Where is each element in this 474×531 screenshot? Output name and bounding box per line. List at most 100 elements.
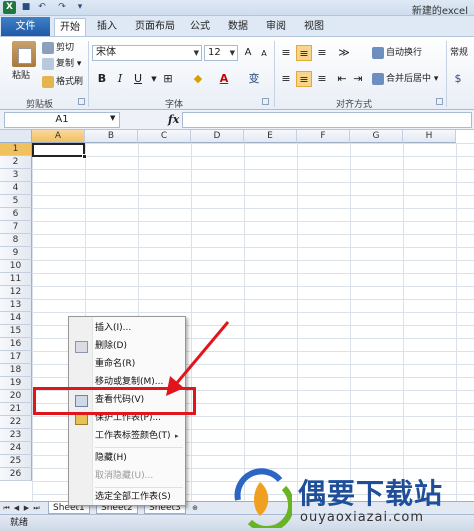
number-format-combo[interactable]: 常规 <box>450 46 468 60</box>
orientation-icon[interactable]: ≫ <box>336 45 352 61</box>
row-header[interactable]: 26 <box>0 468 32 481</box>
row-header[interactable]: 18 <box>0 364 32 377</box>
align-bottom-icon[interactable]: ≡ <box>314 45 330 61</box>
tab-view[interactable]: 视图 <box>300 18 328 36</box>
currency-icon[interactable]: $ <box>450 71 466 87</box>
alignment-launcher-icon[interactable] <box>436 98 443 105</box>
increase-indent-icon[interactable]: ⇥ <box>350 71 366 87</box>
row-header[interactable]: 20 <box>0 390 32 403</box>
tab-home[interactable]: 开始 <box>54 18 86 36</box>
row-header[interactable]: 6 <box>0 208 32 221</box>
row-header[interactable]: 16 <box>0 338 32 351</box>
align-right-icon[interactable]: ≡ <box>314 71 330 87</box>
fill-handle[interactable] <box>82 154 87 159</box>
row-header[interactable]: 1 <box>0 143 32 156</box>
font-name-combo[interactable]: 宋体 ▼ <box>92 45 202 61</box>
copy-button[interactable]: 复制 ▾ <box>42 57 81 71</box>
save-icon[interactable]: ■ <box>20 2 32 13</box>
italic-button[interactable]: I <box>112 71 128 87</box>
font-color-button[interactable]: A <box>216 71 232 87</box>
pinyin-button[interactable]: 变 <box>246 71 262 87</box>
wrap-text-icon <box>372 46 384 59</box>
group-divider <box>88 41 89 107</box>
borders-icon[interactable]: ⊞ <box>160 71 176 87</box>
next-sheet-icon[interactable]: ▶ <box>22 503 31 513</box>
cut-button[interactable]: 剪切 <box>42 41 74 55</box>
menu-item-delete[interactable]: 删除(D) <box>95 338 127 354</box>
row-header[interactable]: 19 <box>0 377 32 390</box>
tab-file[interactable]: 文件 <box>1 17 50 36</box>
column-header[interactable]: D <box>191 130 244 143</box>
row-header[interactable]: 10 <box>0 260 32 273</box>
align-left-icon[interactable]: ≡ <box>278 71 294 87</box>
row-header[interactable]: 2 <box>0 156 32 169</box>
alignment-group-label: 对齐方式 <box>336 100 373 110</box>
row-header[interactable]: 5 <box>0 195 32 208</box>
grow-font-button[interactable]: A <box>240 45 256 61</box>
customize-qat-icon[interactable]: ▾ <box>74 2 86 13</box>
row-header[interactable]: 15 <box>0 325 32 338</box>
column-header[interactable]: E <box>244 130 297 143</box>
paste-icon[interactable] <box>12 41 36 67</box>
row-header[interactable]: 14 <box>0 312 32 325</box>
tab-data[interactable]: 数据 <box>224 18 252 36</box>
select-all-corner[interactable] <box>0 130 32 143</box>
column-header[interactable]: A <box>32 130 85 143</box>
column-header[interactable]: H <box>403 130 456 143</box>
align-middle-icon[interactable]: ≡ <box>296 45 312 61</box>
active-cell[interactable] <box>32 143 85 157</box>
menu-item-select-all-sheets[interactable]: 选定全部工作表(S) <box>95 489 171 505</box>
formula-input[interactable] <box>182 112 472 128</box>
underline-button[interactable]: U <box>130 71 146 87</box>
align-center-icon[interactable]: ≡ <box>296 71 312 87</box>
row-header[interactable]: 21 <box>0 403 32 416</box>
menu-item-insert[interactable]: 插入(I)... <box>95 320 131 336</box>
merge-center-button[interactable]: 合并后居中 ▾ <box>372 72 438 86</box>
wrap-text-button[interactable]: 自动换行 <box>372 46 422 60</box>
tab-insert[interactable]: 插入 <box>92 18 122 36</box>
first-sheet-icon[interactable]: ⏮ <box>2 503 11 513</box>
tab-review[interactable]: 审阅 <box>262 18 290 36</box>
menu-item-rename[interactable]: 重命名(R) <box>95 356 135 372</box>
column-header[interactable]: F <box>297 130 350 143</box>
column-header[interactable]: G <box>350 130 403 143</box>
excel-logo-icon[interactable]: X <box>3 1 16 14</box>
row-header[interactable]: 13 <box>0 299 32 312</box>
menu-item-tab-color[interactable]: 工作表标签颜色(T) <box>95 428 171 444</box>
column-header[interactable]: C <box>138 130 191 143</box>
chevron-down-icon[interactable]: ▼ <box>110 114 115 122</box>
last-sheet-icon[interactable]: ⏭ <box>32 503 41 513</box>
decrease-indent-icon[interactable]: ⇤ <box>334 71 350 87</box>
column-header[interactable]: B <box>85 130 138 143</box>
font-launcher-icon[interactable] <box>262 98 269 105</box>
paste-button[interactable]: 粘贴 <box>12 69 30 83</box>
row-header[interactable]: 12 <box>0 286 32 299</box>
insert-function-button[interactable]: fx <box>168 113 179 126</box>
shrink-font-button[interactable]: A <box>256 46 272 62</box>
row-header[interactable]: 4 <box>0 182 32 195</box>
row-header[interactable]: 25 <box>0 455 32 468</box>
redo-icon[interactable]: ↷ <box>56 2 68 13</box>
row-header[interactable]: 24 <box>0 442 32 455</box>
row-header[interactable]: 11 <box>0 273 32 286</box>
menu-item-hide[interactable]: 隐藏(H) <box>95 450 127 466</box>
row-header[interactable]: 9 <box>0 247 32 260</box>
tab-page-layout[interactable]: 页面布局 <box>132 18 178 36</box>
prev-sheet-icon[interactable]: ◀ <box>12 503 21 513</box>
clipboard-launcher-icon[interactable] <box>78 98 85 105</box>
bold-button[interactable]: B <box>94 71 110 87</box>
row-header[interactable]: 8 <box>0 234 32 247</box>
fill-color-icon[interactable]: ◆ <box>190 71 206 87</box>
name-box[interactable]: A1 <box>4 112 120 128</box>
align-top-icon[interactable]: ≡ <box>278 45 294 61</box>
row-header[interactable]: 7 <box>0 221 32 234</box>
row-header[interactable]: 22 <box>0 416 32 429</box>
undo-icon[interactable]: ↶ <box>36 2 48 13</box>
insert-sheet-icon[interactable]: ⊕ <box>188 503 202 513</box>
row-header[interactable]: 17 <box>0 351 32 364</box>
font-size-combo[interactable]: 12 ▼ <box>204 45 238 61</box>
row-header[interactable]: 23 <box>0 429 32 442</box>
row-header[interactable]: 3 <box>0 169 32 182</box>
format-painter-button[interactable]: 格式刷 <box>42 75 83 89</box>
tab-formulas[interactable]: 公式 <box>186 18 214 36</box>
